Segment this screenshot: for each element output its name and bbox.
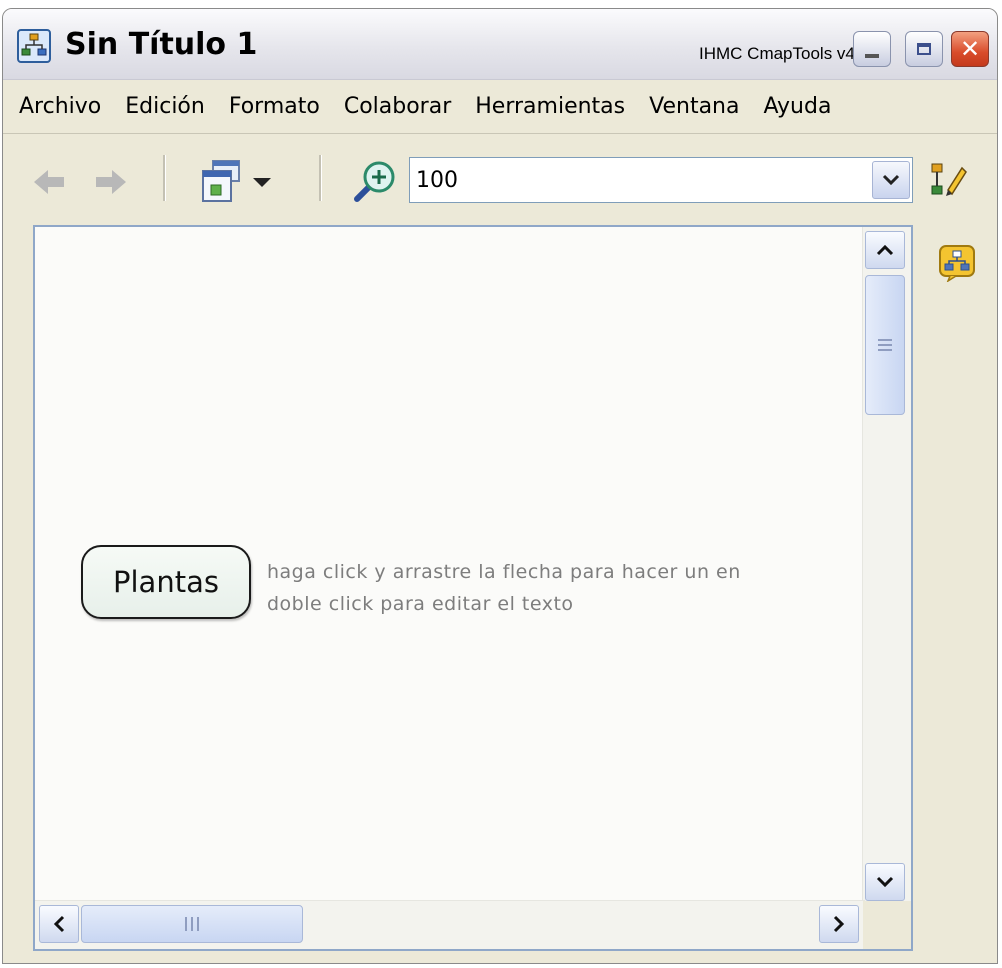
menu-edicion[interactable]: Edición <box>125 94 205 119</box>
scroll-up-button[interactable] <box>865 231 905 269</box>
chevron-up-icon <box>876 244 894 256</box>
maximize-button[interactable] <box>905 31 943 67</box>
back-button[interactable] <box>29 165 69 199</box>
vertical-scroll-thumb[interactable] <box>865 275 905 415</box>
hint-text-edit: doble click para editar el texto <box>267 593 574 615</box>
hint-text-drag: haga click y arrastre la flecha para hac… <box>267 561 741 583</box>
views-window-icon <box>202 160 240 202</box>
chevron-right-icon <box>833 915 845 933</box>
menu-ayuda[interactable]: Ayuda <box>763 94 831 119</box>
zoom-combobox[interactable] <box>409 157 913 203</box>
scroll-left-button[interactable] <box>39 905 79 943</box>
menu-formato[interactable]: Formato <box>229 94 320 119</box>
title-bar[interactable]: Sin Título 1 IHMC CmapTools v4 ✕ <box>3 9 997 80</box>
concept-map-icon <box>939 245 975 282</box>
forward-button[interactable] <box>91 165 131 199</box>
scroll-right-button[interactable] <box>819 905 859 943</box>
scrollbar-corner <box>863 901 911 949</box>
concept-node[interactable]: Plantas <box>81 545 251 619</box>
chevron-down-icon <box>876 876 894 888</box>
scroll-down-button[interactable] <box>865 863 905 901</box>
chevron-left-icon <box>53 915 65 933</box>
toolbar-separator <box>319 155 322 201</box>
horizontal-scroll-thumb[interactable] <box>81 905 303 943</box>
menu-ventana[interactable]: Ventana <box>649 94 739 119</box>
chevron-down-icon <box>882 174 900 186</box>
menu-herramientas[interactable]: Herramientas <box>475 94 625 119</box>
window-title: Sin Título 1 <box>65 27 258 62</box>
zoom-dropdown-button[interactable] <box>872 161 910 199</box>
vertical-scrollbar[interactable] <box>862 227 911 903</box>
menu-archivo[interactable]: Archivo <box>19 94 101 119</box>
maximize-icon <box>917 43 931 55</box>
zoom-in-button[interactable] <box>349 157 399 207</box>
toolbar-separator <box>163 155 166 201</box>
back-arrow-icon <box>34 170 64 194</box>
close-button[interactable]: ✕ <box>951 31 989 67</box>
cmap-views-button[interactable] <box>937 243 977 283</box>
menu-colaborar[interactable]: Colaborar <box>344 94 451 119</box>
close-icon: ✕ <box>959 35 981 63</box>
grip-icon <box>185 917 199 931</box>
app-window: Sin Título 1 IHMC CmapTools v4 ✕ Archivo… <box>2 8 998 964</box>
concept-map-canvas[interactable]: Plantas haga click y arrastre la flecha … <box>33 225 913 951</box>
app-name-label: IHMC CmapTools v4 <box>699 44 855 63</box>
styles-button[interactable] <box>925 157 971 203</box>
toolbar <box>3 135 997 219</box>
minimize-icon <box>865 54 879 58</box>
zoom-in-icon <box>354 161 395 202</box>
cmap-app-icon[interactable] <box>17 29 51 63</box>
minimize-button[interactable] <box>853 31 891 67</box>
views-dropdown-button[interactable] <box>199 159 287 205</box>
forward-arrow-icon <box>96 170 126 194</box>
chevron-down-icon <box>253 178 271 187</box>
grip-icon <box>878 339 892 351</box>
horizontal-scrollbar[interactable] <box>35 900 865 949</box>
styles-palette-icon <box>931 163 967 196</box>
menu-bar: Archivo Edición Formato Colaborar Herram… <box>3 80 997 134</box>
zoom-input[interactable] <box>410 159 858 201</box>
